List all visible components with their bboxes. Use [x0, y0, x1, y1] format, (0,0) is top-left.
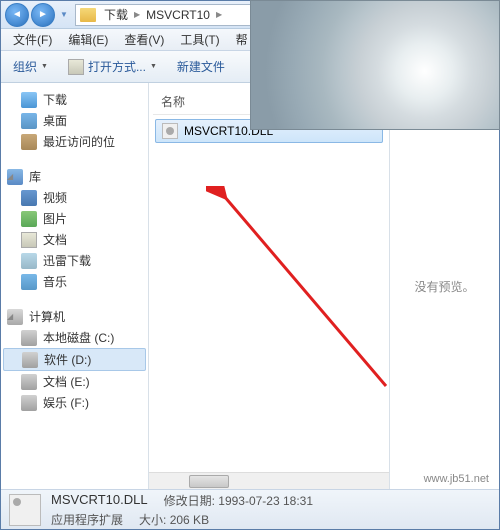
scrollbar-thumb[interactable] [189, 475, 229, 488]
sidebar-item-documents[interactable]: 文档 [3, 229, 146, 250]
collapse-icon[interactable]: ◢ [7, 172, 13, 181]
overlay-image [250, 0, 500, 130]
watermark: www.jb51.net [424, 473, 489, 485]
no-preview-label: 没有预览。 [414, 278, 474, 295]
organize-button[interactable]: 组织▼ [7, 55, 54, 78]
app-icon [68, 59, 84, 75]
horizontal-scrollbar[interactable] [149, 472, 389, 489]
nav-history-dropdown[interactable]: ▼ [57, 4, 71, 26]
menu-file[interactable]: 文件(F) [5, 29, 60, 50]
sidebar-item-videos[interactable]: 视频 [3, 187, 146, 208]
crumb-folder[interactable]: MSVCRT10 [144, 8, 212, 22]
menu-view[interactable]: 查看(V) [116, 29, 172, 50]
sidebar-item-drive-c[interactable]: 本地磁盘 (C:) [3, 327, 146, 348]
forward-button[interactable]: ► [31, 3, 55, 27]
modified-date: 1993-07-23 18:31 [218, 494, 313, 508]
sidebar-item-libraries[interactable]: ◢库 [3, 166, 146, 187]
chevron-right-icon[interactable]: ▶ [212, 10, 226, 19]
drive-icon [21, 374, 37, 390]
open-with-button[interactable]: 打开方式...▼ [62, 55, 163, 78]
drive-icon [21, 395, 37, 411]
sidebar-item-computer[interactable]: ◢计算机 [3, 306, 146, 327]
recent-icon [21, 134, 37, 150]
menu-edit[interactable]: 编辑(E) [60, 29, 116, 50]
crumb-downloads[interactable]: 下载 [102, 6, 130, 23]
annotation-arrow [206, 186, 406, 406]
collapse-icon[interactable]: ◢ [7, 312, 13, 321]
video-icon [21, 190, 37, 206]
menu-tools[interactable]: 工具(T) [172, 29, 227, 50]
sidebar-item-drive-f[interactable]: 娱乐 (F:) [3, 392, 146, 413]
desktop-icon [21, 113, 37, 129]
folder-icon [80, 8, 96, 22]
size-value: 206 KB [170, 513, 209, 527]
picture-icon [21, 211, 37, 227]
sidebar-item-drive-e[interactable]: 文档 (E:) [3, 371, 146, 392]
back-button[interactable]: ◄ [5, 3, 29, 27]
chevron-down-icon: ▼ [150, 63, 157, 70]
music-icon [21, 274, 37, 290]
document-icon [21, 232, 37, 248]
details-pane: MSVCRT10.DLL 修改日期: 1993-07-23 18:31 应用程序… [1, 489, 499, 529]
dll-icon [162, 123, 178, 139]
chevron-down-icon: ▼ [41, 63, 48, 70]
sidebar-item-downloads[interactable]: 下载 [3, 89, 146, 110]
modified-label: 修改日期: [164, 494, 215, 508]
status-filename: MSVCRT10.DLL [51, 492, 148, 509]
sidebar-item-pictures[interactable]: 图片 [3, 208, 146, 229]
sidebar-item-music[interactable]: 音乐 [3, 271, 146, 292]
sidebar-item-recent[interactable]: 最近访问的位 [3, 131, 146, 152]
nav-pane: 下载 桌面 最近访问的位 ◢库 视频 图片 文档 迅雷下载 音乐 ◢计算机 本地… [1, 83, 149, 489]
chevron-right-icon[interactable]: ▶ [130, 10, 144, 19]
size-label: 大小: [139, 513, 166, 527]
sidebar-item-desktop[interactable]: 桌面 [3, 110, 146, 131]
sidebar-item-drive-d[interactable]: 软件 (D:) [3, 348, 146, 371]
new-folder-button[interactable]: 新建文件 [171, 55, 231, 78]
dll-icon [9, 494, 41, 526]
drive-icon [22, 352, 38, 368]
drive-icon [21, 330, 37, 346]
status-filetype: 应用程序扩展 [51, 511, 123, 528]
xunlei-icon [21, 253, 37, 269]
sidebar-item-xunlei[interactable]: 迅雷下载 [3, 250, 146, 271]
download-icon [21, 92, 37, 108]
